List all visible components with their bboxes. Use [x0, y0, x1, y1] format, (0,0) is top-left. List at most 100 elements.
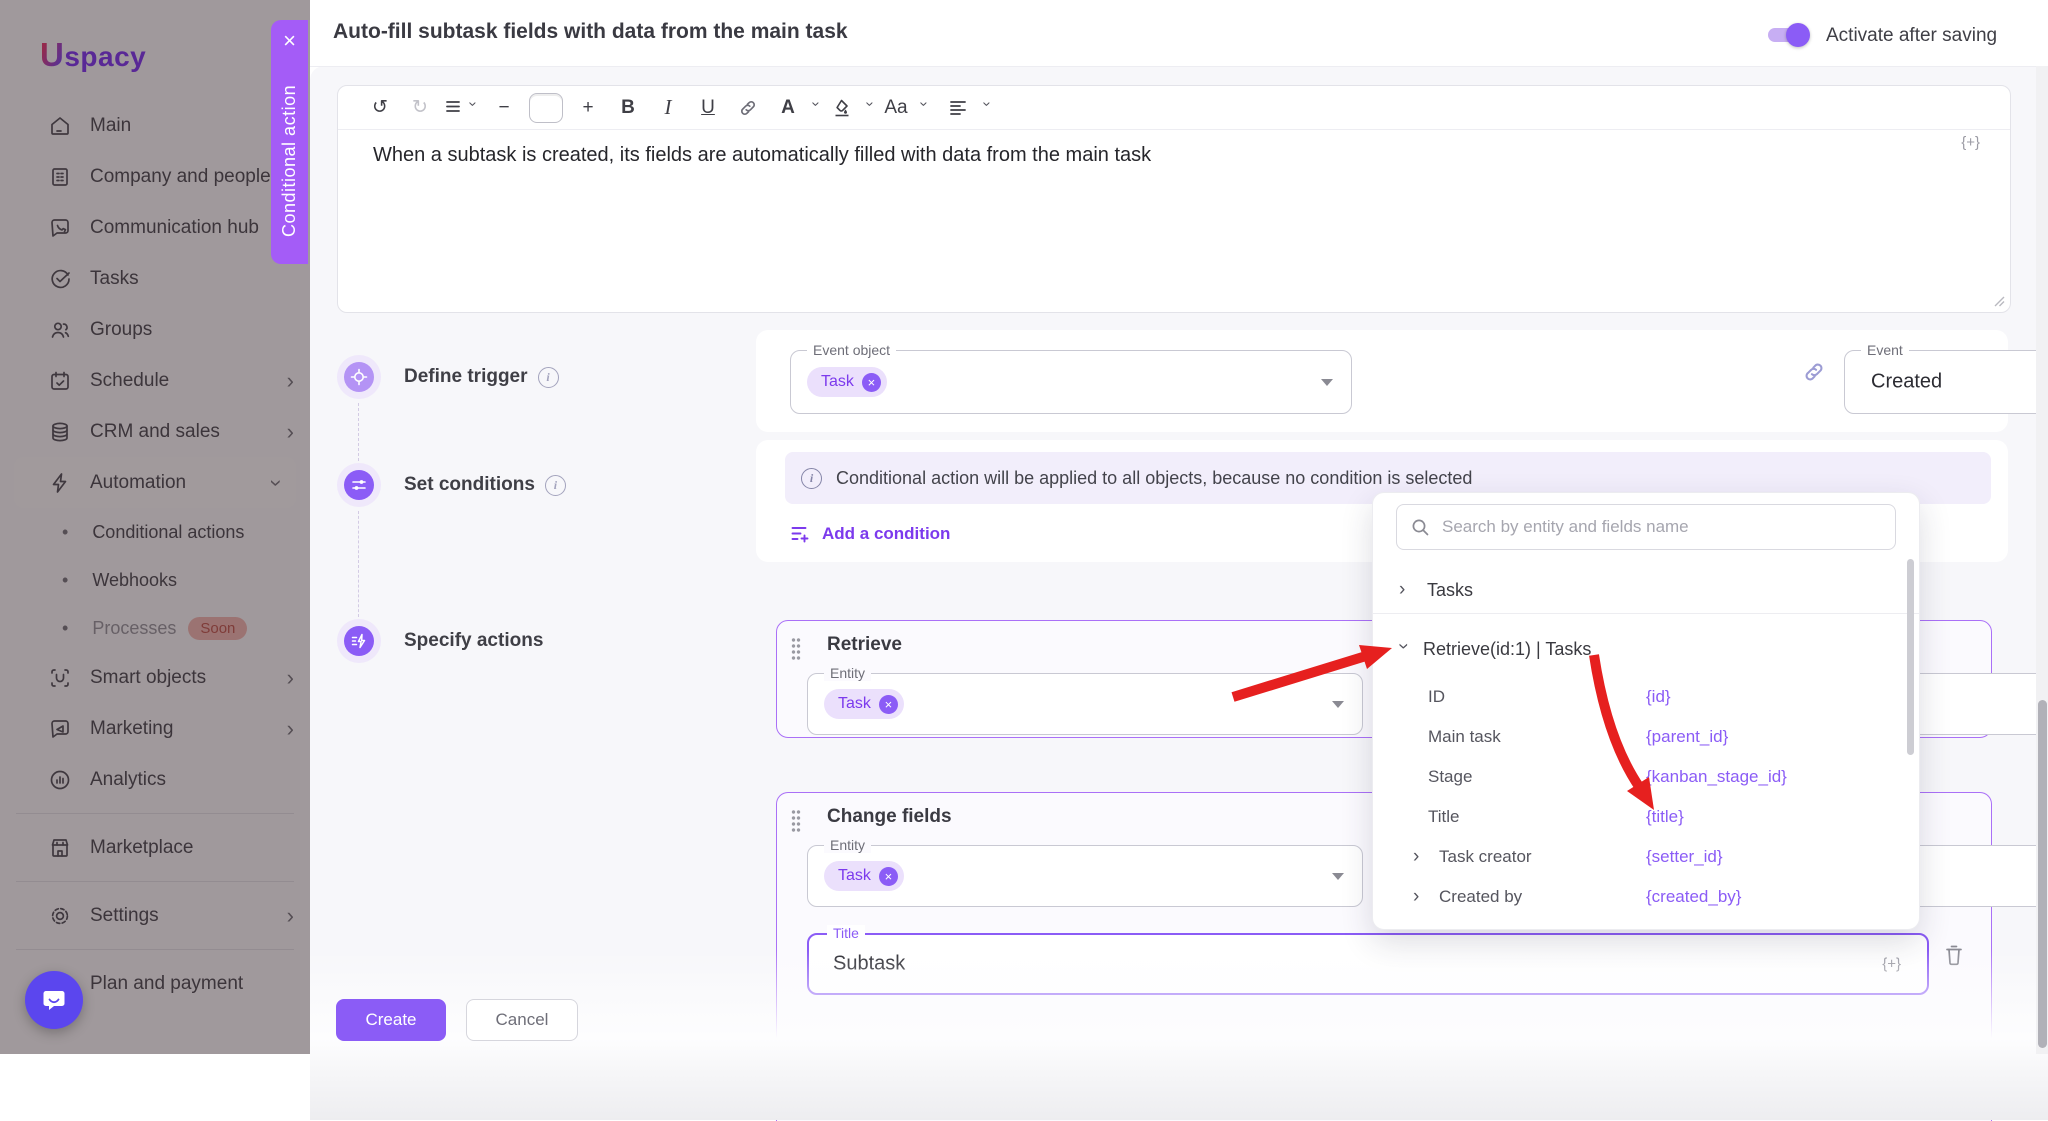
info-icon[interactable]: i [538, 367, 559, 388]
field-label: Task creator [1439, 847, 1532, 867]
chat-widget-button[interactable] [25, 971, 83, 1029]
trash-icon[interactable] [1943, 943, 1965, 967]
target-icon [350, 368, 368, 386]
field-row-created-by[interactable]: ›Created by {created_by} [1373, 877, 1909, 917]
font-color-button[interactable]: A [773, 93, 803, 123]
specify-actions-step-icon [337, 619, 381, 663]
chevron-down-icon: › [979, 102, 996, 114]
dropdown-caret-icon[interactable] [1332, 873, 1344, 880]
resize-handle-icon[interactable] [1993, 295, 2005, 307]
dropdown-group-tasks[interactable]: › Tasks [1373, 569, 1909, 611]
banner-text: Conditional action will be applied to al… [836, 468, 1472, 489]
title-input[interactable]: Title Subtask {+} [807, 933, 1929, 995]
entity-chip[interactable]: Task × [824, 861, 904, 891]
dropdown-caret-icon[interactable] [1321, 379, 1333, 386]
field-row-stage[interactable]: Stage {kanban_stage_id} [1373, 757, 1909, 797]
create-button[interactable]: Create [336, 999, 446, 1041]
align-button[interactable] [944, 93, 974, 123]
window-scrollbar[interactable] [2036, 66, 2048, 1054]
dropdown-caret-icon[interactable] [1332, 701, 1344, 708]
highlight-color-button[interactable] [827, 93, 857, 123]
italic-button[interactable]: I [653, 93, 683, 123]
field-label: Title [1428, 807, 1460, 827]
drag-handle-icon[interactable] [791, 809, 801, 833]
decrease-font-button[interactable]: − [489, 93, 519, 123]
chip-remove-icon[interactable]: × [879, 867, 898, 886]
link-button[interactable] [733, 93, 763, 123]
entity-label: Entity [824, 665, 871, 681]
toggle-knob [1786, 23, 1810, 47]
bolt-lines-icon [350, 632, 368, 650]
field-token: {kanban_stage_id} [1646, 767, 1909, 787]
add-condition-button[interactable]: Add a condition [790, 524, 950, 544]
toolbar-divider [338, 129, 2010, 130]
trigger-card: Event object Task × Event Created [756, 330, 2008, 432]
insert-variable-icon[interactable]: {+} [1961, 134, 1980, 151]
chevron-down-icon: › [916, 102, 933, 114]
change-fields-entity-select[interactable]: Entity Task × [807, 845, 1363, 907]
conditional-action-panel: Auto-fill subtask fields with data from … [310, 0, 2048, 1054]
page-title: Auto-fill subtask fields with data from … [333, 20, 848, 44]
underline-button[interactable]: U [693, 93, 723, 123]
chevron-down-icon: › [465, 102, 482, 114]
sliders-icon [350, 476, 368, 494]
search-input[interactable] [1440, 516, 1881, 538]
field-row-main-task[interactable]: Main task {parent_id} [1373, 717, 1909, 757]
field-label: Created by [1439, 887, 1522, 907]
info-icon: i [801, 468, 822, 489]
event-object-select[interactable]: Event object Task × [790, 350, 1352, 414]
event-select[interactable]: Event Created [1844, 350, 2048, 414]
dropdown-divider [1373, 613, 1919, 614]
field-row-id[interactable]: ID {id} [1373, 677, 1909, 717]
conditional-action-drawer-tab[interactable]: × Conditional action [271, 20, 308, 264]
field-row-title[interactable]: Title {title} [1373, 797, 1909, 837]
set-conditions-label: Set conditions i [404, 474, 566, 496]
increase-font-button[interactable]: + [573, 93, 603, 123]
font-size-box[interactable] [529, 93, 563, 123]
chip-remove-icon[interactable]: × [879, 695, 898, 714]
event-object-label: Event object [807, 342, 896, 358]
panel-content: ↺ ↻ › − + B I U A › › Aa › › When a subt [310, 66, 2048, 1054]
description-editor[interactable]: ↺ ↻ › − + B I U A › › Aa › › When a subt [337, 85, 2011, 313]
event-label: Event [1861, 342, 1909, 358]
chevron-right-icon: › [1413, 886, 1425, 908]
text-style-button[interactable]: Aa [881, 93, 911, 123]
chip-label: Task [838, 695, 871, 713]
description-text[interactable]: When a subtask is created, its fields ar… [373, 144, 1151, 167]
field-token: {setter_id} [1646, 847, 1909, 867]
activate-toggle[interactable] [1768, 28, 1804, 42]
field-label: Main task [1428, 727, 1501, 747]
close-icon[interactable]: × [283, 30, 296, 52]
drag-handle-icon[interactable] [791, 637, 801, 661]
undo-button[interactable]: ↺ [365, 93, 395, 123]
step-connector [358, 403, 359, 461]
link-fields-icon[interactable] [1802, 360, 1826, 384]
retrieve-entity-select[interactable]: Entity Task × [807, 673, 1363, 735]
filter-plus-icon [790, 524, 810, 544]
bold-button[interactable]: B [613, 93, 643, 123]
chip-label: Task [838, 867, 871, 885]
dropdown-scrollbar[interactable] [1907, 559, 1914, 755]
group-label: Tasks [1427, 580, 1473, 601]
dropdown-search[interactable] [1396, 504, 1896, 550]
entity-chip[interactable]: Task × [824, 689, 904, 719]
action-title: Retrieve [827, 634, 902, 656]
panel-header: Auto-fill subtask fields with data from … [310, 0, 2048, 67]
dropdown-section-retrieve[interactable]: › Retrieve(id:1) | Tasks [1373, 629, 1909, 669]
title-field-value: Subtask [833, 953, 905, 976]
info-icon[interactable]: i [545, 475, 566, 496]
event-object-chip[interactable]: Task × [807, 367, 887, 397]
chip-remove-icon[interactable]: × [862, 373, 881, 392]
insert-variable-icon[interactable]: {+} [1882, 956, 1901, 973]
redo-button[interactable]: ↻ [405, 93, 435, 123]
field-label: ID [1428, 687, 1445, 707]
line-spacing-button[interactable]: › [445, 93, 479, 123]
field-row-task-creator[interactable]: › Task creator {setter_id} [1373, 837, 1909, 877]
event-value: Created [1871, 371, 1942, 394]
cancel-button[interactable]: Cancel [466, 999, 578, 1041]
scrollbar-thumb[interactable] [2038, 700, 2047, 1048]
chevron-right-icon: › [1413, 846, 1425, 868]
action-title: Change fields [827, 806, 952, 828]
chevron-right-icon: › [1399, 579, 1411, 601]
section-label: Retrieve(id:1) | Tasks [1423, 639, 1591, 660]
